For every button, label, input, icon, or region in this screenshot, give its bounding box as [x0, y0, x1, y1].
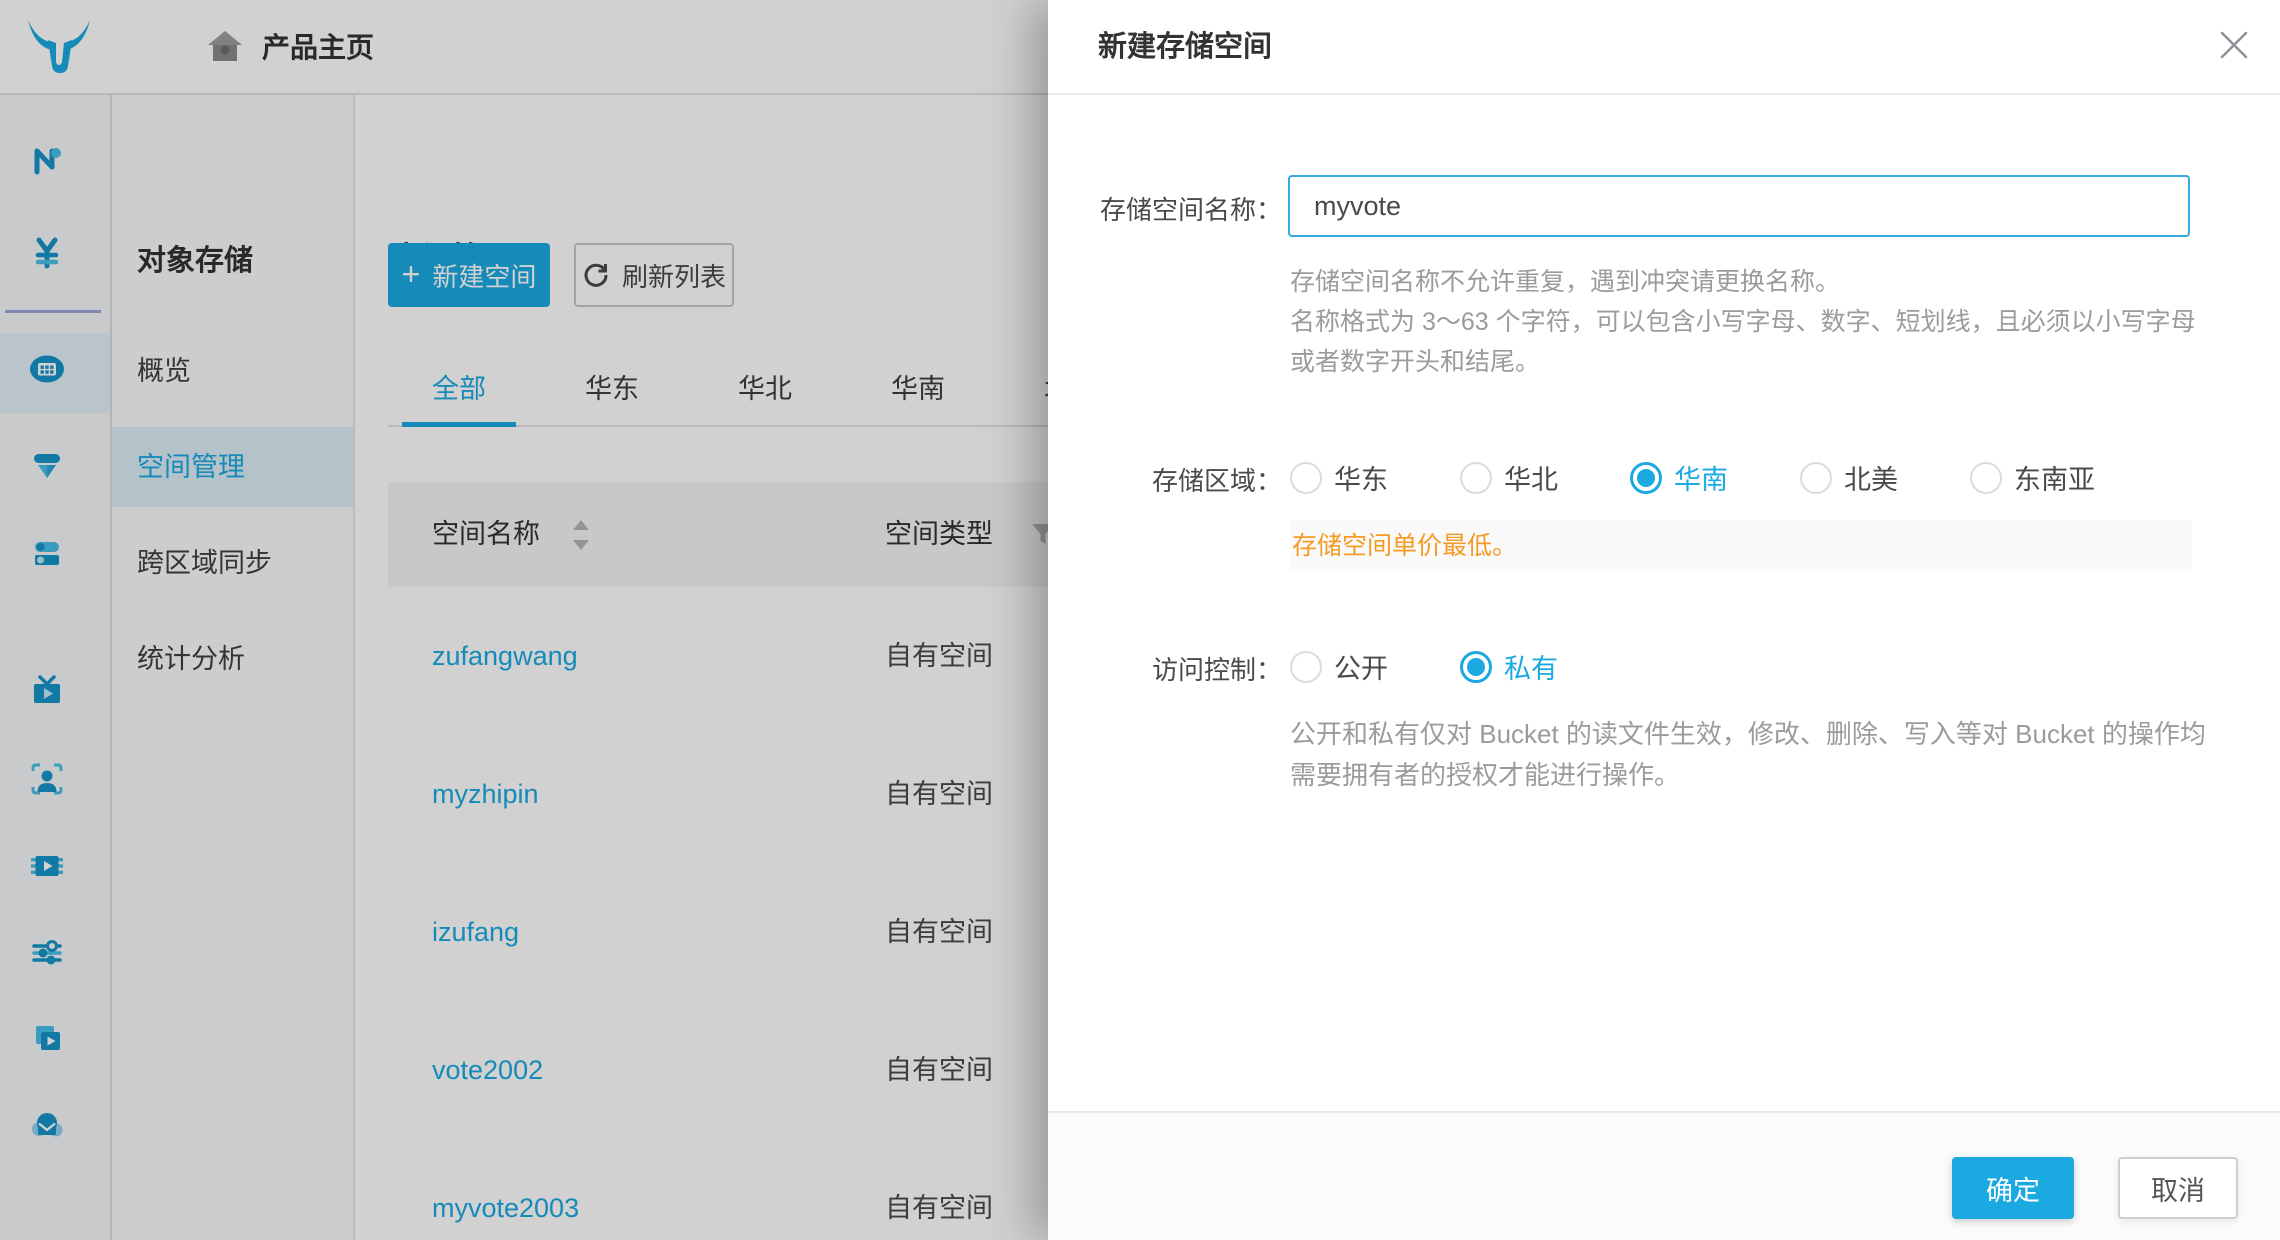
radio-icon[interactable]: [1970, 462, 2002, 494]
radio-checked-icon[interactable]: [1630, 462, 1662, 494]
radio-checked-icon[interactable]: [1460, 651, 1492, 683]
bucket-name-help-line1: 存储空间名称不允许重复，遇到冲突请更换名称。: [1290, 262, 2202, 302]
radio-icon[interactable]: [1290, 462, 1322, 494]
region-option-huanan[interactable]: 华南: [1630, 458, 1800, 497]
access-radio-group: 公开 私有: [1290, 647, 1630, 686]
access-label: 访问控制：: [1048, 650, 1282, 687]
region-option-dongnanya[interactable]: 东南亚: [1970, 458, 2140, 497]
access-option-public[interactable]: 公开: [1290, 647, 1460, 686]
region-radio-group: 华东 华北 华南 北美 东南亚: [1290, 458, 2140, 497]
access-option-private[interactable]: 私有: [1460, 647, 1630, 686]
region-price-note: 存储空间单价最低。: [1290, 520, 2192, 572]
radio-icon[interactable]: [1290, 651, 1322, 683]
region-option-huabei[interactable]: 华北: [1460, 458, 1630, 497]
bucket-name-label: 存储空间名称：: [1048, 190, 1282, 227]
region-option-huadong[interactable]: 华东: [1290, 458, 1460, 497]
modal-footer: 确定 取消: [1048, 1111, 2280, 1240]
access-help: 公开和私有仅对 Bucket 的读文件生效，修改、删除、写入等对 Bucket …: [1290, 714, 2208, 796]
region-label: 存储区域：: [1048, 461, 1282, 498]
radio-icon[interactable]: [1460, 462, 1492, 494]
modal-title: 新建存储空间: [1098, 0, 1272, 95]
create-bucket-modal: 新建存储空间 存储空间名称： 存储空间名称不允许重复，遇到冲突请更换名称。 名称…: [1048, 0, 2280, 1240]
confirm-button[interactable]: 确定: [1952, 1157, 2074, 1219]
cancel-button[interactable]: 取消: [2118, 1157, 2238, 1219]
bucket-name-help: 存储空间名称不允许重复，遇到冲突请更换名称。 名称格式为 3～63 个字符，可以…: [1290, 262, 2202, 382]
modal-header: 新建存储空间: [1048, 0, 2280, 95]
bucket-name-help-line2: 名称格式为 3～63 个字符，可以包含小写字母、数字、短划线，且必须以小写字母或…: [1290, 302, 2202, 382]
region-option-beimei[interactable]: 北美: [1800, 458, 1970, 497]
screen: 产品主页: [0, 0, 2280, 1240]
close-icon[interactable]: [2214, 26, 2254, 66]
radio-icon[interactable]: [1800, 462, 1832, 494]
bucket-name-input[interactable]: [1288, 175, 2190, 237]
